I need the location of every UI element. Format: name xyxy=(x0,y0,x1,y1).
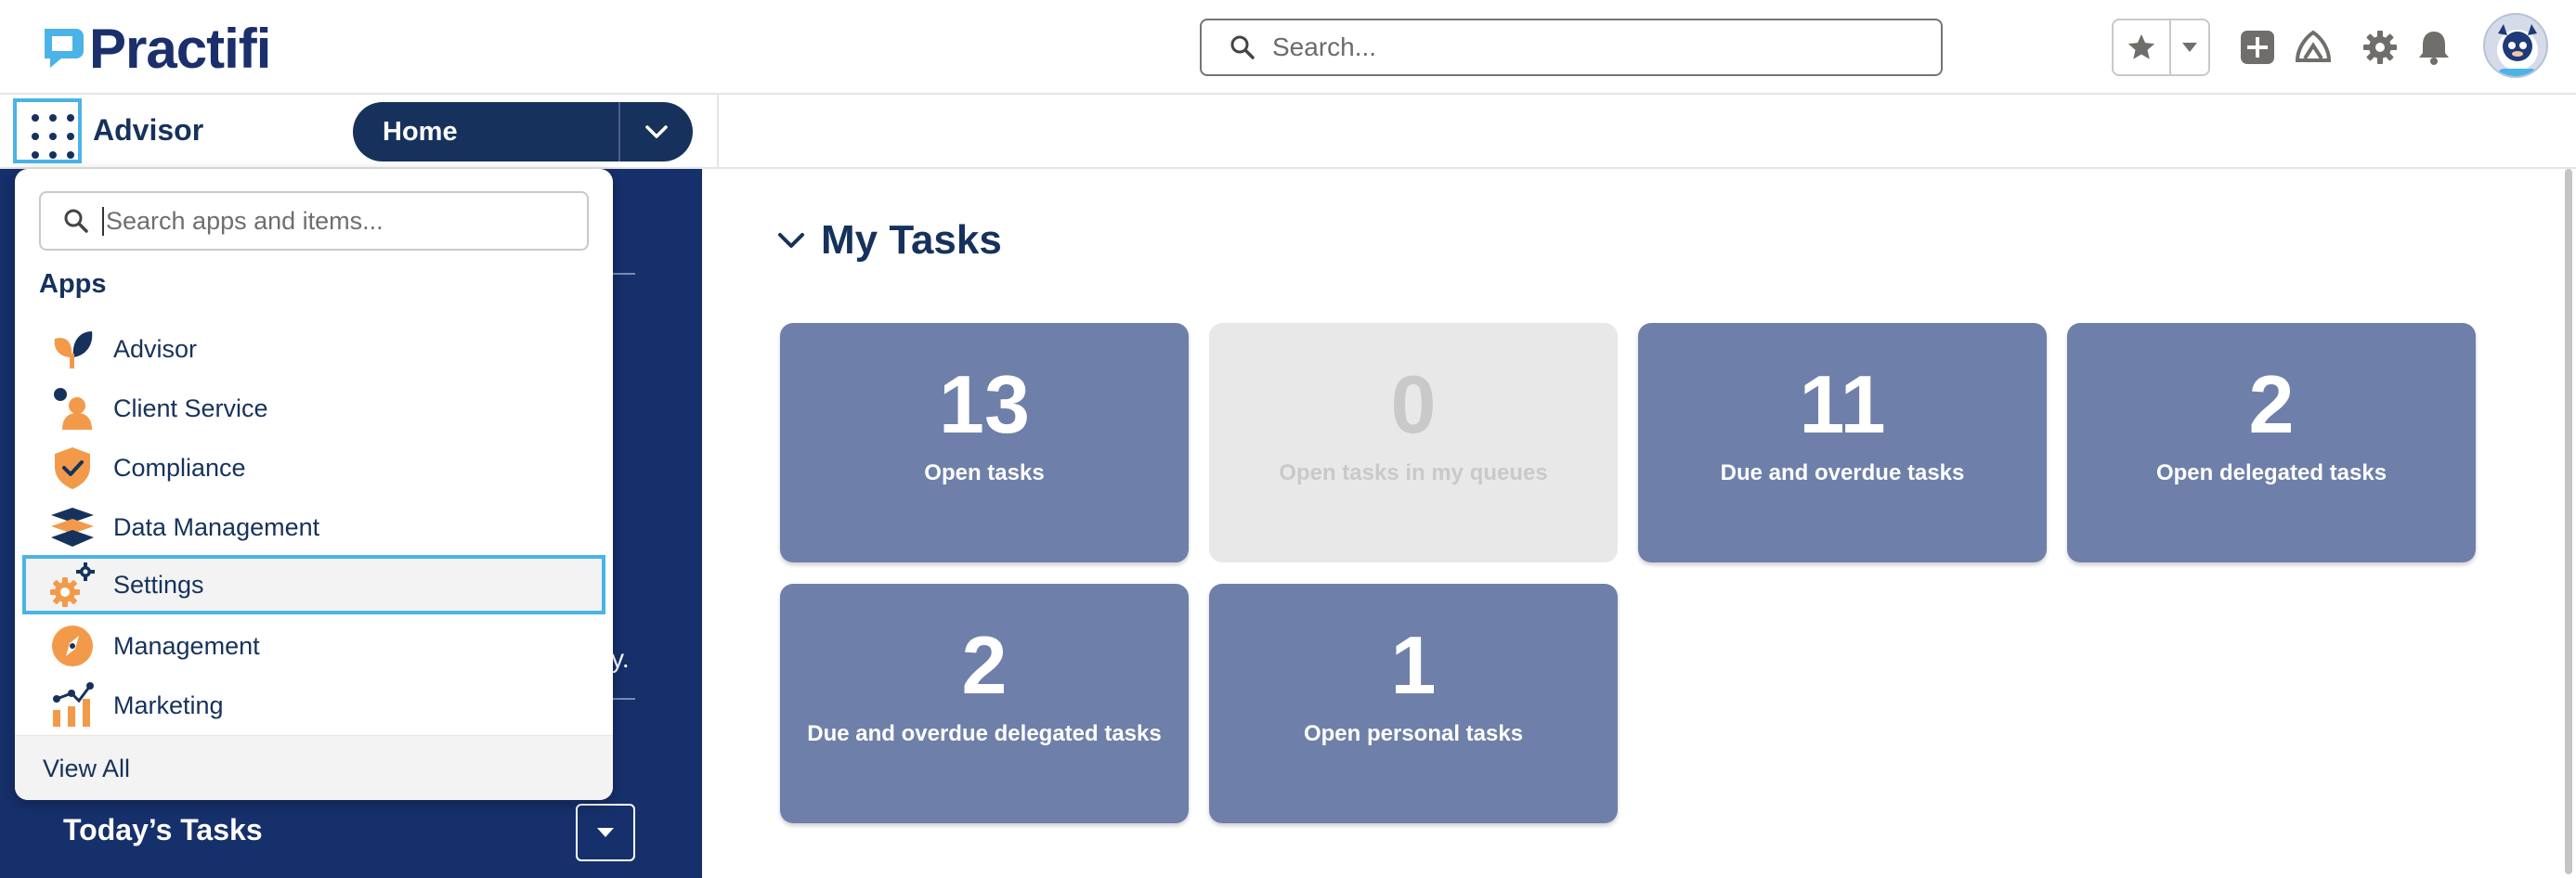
section-title: My Tasks xyxy=(821,217,1002,263)
nav-divider xyxy=(717,95,719,169)
tile-label: Open tasks xyxy=(924,460,1045,485)
launcher-dot xyxy=(32,114,39,122)
app-item-label: Settings xyxy=(113,570,204,599)
app-name: Advisor xyxy=(93,113,204,147)
app-item-advisor[interactable]: Advisor xyxy=(22,319,605,379)
global-header: Practifi Search... xyxy=(0,0,2576,95)
tile-label: Open tasks in my queues xyxy=(1279,460,1548,485)
app-search-placeholder: Search apps and items... xyxy=(102,206,384,236)
favorites-button[interactable] xyxy=(2114,20,2169,74)
launcher-dot xyxy=(67,114,74,122)
task-tile-open-tasks[interactable]: 13 Open tasks xyxy=(780,323,1189,562)
my-tasks-header[interactable]: My Tasks xyxy=(776,217,1002,264)
tile-count: 11 xyxy=(1799,358,1886,450)
home-tab-label: Home xyxy=(383,116,458,147)
launcher-dot xyxy=(32,151,39,159)
launcher-dot xyxy=(49,151,57,159)
todays-tasks-title: Today’s Tasks xyxy=(63,813,263,846)
global-search-input[interactable]: Search... xyxy=(1200,19,1943,76)
tile-count: 1 xyxy=(1390,619,1437,711)
search-icon xyxy=(64,209,88,233)
settings-icon xyxy=(46,559,98,611)
main-content: My Tasks 13 Open tasks 0 Open tasks in m… xyxy=(702,169,2576,878)
caret-down-icon xyxy=(2182,43,2197,52)
tile-count: 0 xyxy=(1390,358,1437,450)
task-tile-due-overdue-delegated[interactable]: 2 Due and overdue delegated tasks xyxy=(780,584,1189,823)
chevron-down-icon xyxy=(778,233,804,248)
compliance-icon xyxy=(46,442,98,494)
launcher-dot xyxy=(67,151,74,159)
task-tile-open-delegated[interactable]: 2 Open delegated tasks xyxy=(2067,323,2476,562)
launcher-dot xyxy=(67,133,74,140)
app-item-label: Client Service xyxy=(113,394,268,422)
app-launcher-menu: Search apps and items... Apps Advisor Cl… xyxy=(15,169,613,800)
app-nav-bar: Advisor Home xyxy=(0,95,2576,169)
trailhead-icon xyxy=(2295,30,2332,62)
app-item-data-management[interactable]: Data Management xyxy=(22,497,605,557)
tile-label: Due and overdue tasks xyxy=(1720,460,1965,485)
todays-tasks-menu-button[interactable] xyxy=(576,804,635,861)
favorites-list-button[interactable] xyxy=(2169,20,2208,74)
app-search-input[interactable]: Search apps and items... xyxy=(39,191,589,251)
view-all-link[interactable]: View All xyxy=(43,755,130,783)
task-tile-queue-tasks[interactable]: 0 Open tasks in my queues xyxy=(1209,323,1618,562)
app-launcher-button[interactable] xyxy=(13,98,82,163)
apps-section-title: Apps xyxy=(39,269,107,299)
app-item-marketing[interactable]: Marketing xyxy=(22,676,605,735)
user-avatar[interactable] xyxy=(2483,13,2548,78)
advisor-icon xyxy=(46,323,98,375)
app-item-client-service[interactable]: Client Service xyxy=(22,379,605,438)
app-launcher-footer: View All xyxy=(15,735,613,800)
data-management-icon xyxy=(46,501,98,553)
app-item-label: Data Management xyxy=(113,512,320,541)
launcher-dot xyxy=(49,133,57,140)
trailhead-button[interactable] xyxy=(2292,26,2335,69)
launcher-dot xyxy=(49,114,57,122)
app-item-compliance[interactable]: Compliance xyxy=(22,438,605,497)
caret-down-icon xyxy=(597,828,614,837)
astro-avatar-icon xyxy=(2497,24,2538,76)
app-item-management[interactable]: Management xyxy=(22,616,605,676)
marketing-icon xyxy=(46,679,98,731)
star-icon xyxy=(2127,33,2155,59)
app-item-label: Management xyxy=(113,631,260,660)
app-item-label: Compliance xyxy=(113,453,246,482)
chevron-down-icon xyxy=(645,125,668,138)
favorites-group xyxy=(2112,19,2210,76)
practifi-logo-mark-icon xyxy=(45,29,84,68)
launcher-dot xyxy=(32,133,39,140)
tile-label: Open personal tasks xyxy=(1303,721,1524,746)
home-tab-menu-button[interactable] xyxy=(618,102,693,161)
search-icon xyxy=(1230,35,1255,59)
panel-text-fragment: y. xyxy=(611,644,630,673)
bell-icon xyxy=(2419,32,2449,65)
practifi-logo[interactable]: Practifi xyxy=(39,18,271,80)
app-item-settings[interactable]: Settings xyxy=(22,555,605,614)
notifications-button[interactable] xyxy=(2413,26,2455,69)
search-placeholder: Search... xyxy=(1272,32,1377,61)
task-tile-open-personal[interactable]: 1 Open personal tasks xyxy=(1209,584,1618,823)
tile-label: Due and overdue delegated tasks xyxy=(807,721,1162,746)
gear-icon xyxy=(2363,31,2397,64)
add-icon xyxy=(2241,31,2274,64)
tile-count: 2 xyxy=(2248,358,2295,450)
setup-button[interactable] xyxy=(2359,26,2401,69)
app-item-label: Advisor xyxy=(113,334,198,363)
task-tile-due-overdue[interactable]: 11 Due and overdue tasks xyxy=(1638,323,2047,562)
app-item-label: Marketing xyxy=(113,691,224,719)
brand-name: Practifi xyxy=(89,17,271,80)
management-icon xyxy=(46,620,98,672)
scrollbar-thumb[interactable] xyxy=(2565,169,2572,874)
tile-count: 13 xyxy=(939,358,1030,450)
page-scrollbar[interactable] xyxy=(2563,169,2574,878)
tile-label: Open delegated tasks xyxy=(2155,460,2387,485)
tile-count: 2 xyxy=(961,619,1008,711)
home-tab[interactable]: Home xyxy=(353,102,693,161)
global-actions-button[interactable] xyxy=(2236,26,2279,69)
client-service-icon xyxy=(46,382,98,434)
